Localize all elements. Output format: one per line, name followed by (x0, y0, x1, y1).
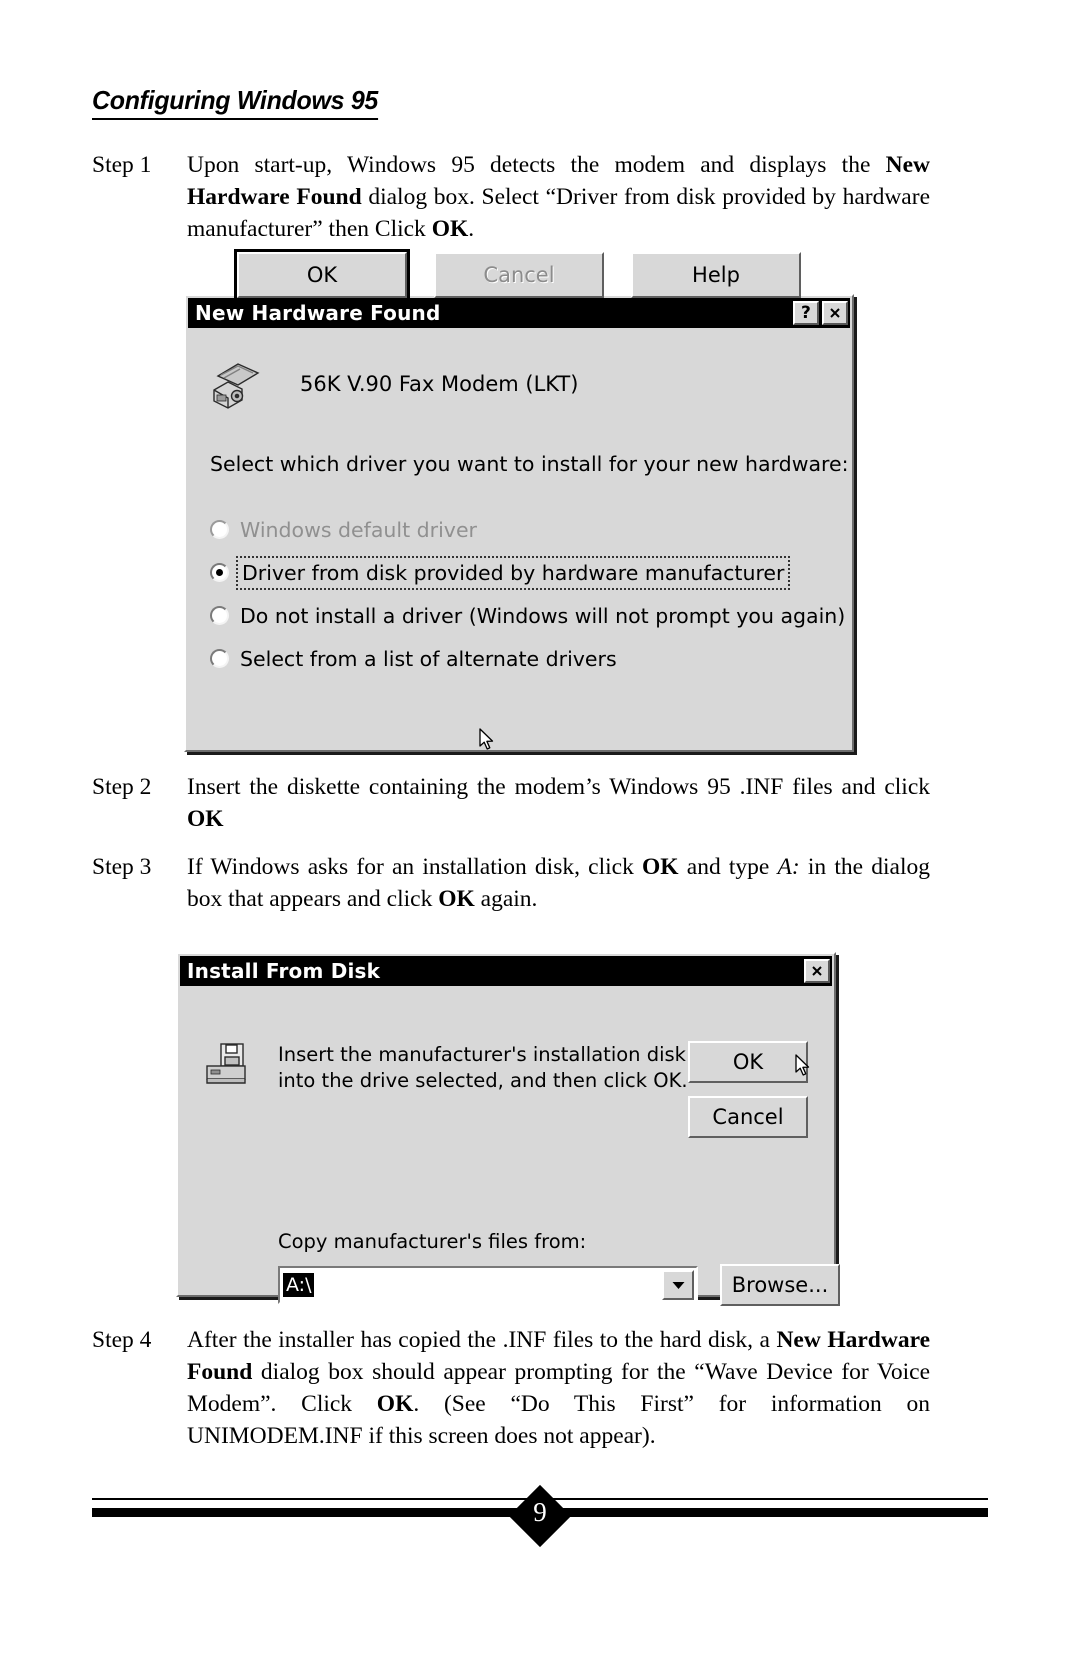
page-title: Configuring Windows 95 (92, 85, 378, 120)
dialog-button-row: OK Cancel Help (186, 249, 852, 301)
radio-label-windows-default-driver: Windows default driver (240, 517, 477, 542)
driver-option-list: Windows default driver Driver from disk … (210, 508, 845, 680)
radio-row-select-from-list[interactable]: Select from a list of alternate drivers (210, 637, 830, 680)
step-3-text: If Windows asks for an installation disk… (187, 854, 930, 912)
dialog-new-hardware-found[interactable]: New Hardware Found ? 56K V.90 Fax Modem … (184, 249, 854, 752)
ok-button[interactable]: OK (234, 249, 410, 301)
step-2-label: Step 2 (92, 774, 152, 800)
install-message: Insert the manufacturer's installation d… (278, 1043, 688, 1092)
document-page: Configuring Windows 95 Step 1 Upon start… (0, 0, 1080, 1669)
modem-icon (208, 356, 264, 412)
radio-icon-select-from-list[interactable] (210, 649, 229, 668)
chevron-down-icon[interactable] (662, 1270, 694, 1300)
radio-icon-do-not-install[interactable] (210, 606, 229, 625)
radio-row-driver-from-disk[interactable]: Driver from disk provided by hardware ma… (210, 551, 830, 594)
radio-label-select-from-list: Select from a list of alternate drivers (240, 646, 617, 671)
radio-row-windows-default-driver[interactable]: Windows default driver (210, 508, 830, 551)
path-combobox[interactable]: A:\ (278, 1266, 698, 1304)
chevron-down-glyph (672, 1281, 684, 1289)
step-4-label: Step 4 (92, 1327, 152, 1353)
step-4: Step 4 After the installer has copied th… (92, 1325, 930, 1453)
dialog-title: New Hardware Found (195, 301, 441, 325)
titlebar-install-from-disk: Install From Disk (180, 956, 832, 986)
device-name: 56K V.90 Fax Modem (LKT) (300, 372, 579, 396)
driver-prompt: Select which driver you want to install … (210, 452, 849, 476)
path-value[interactable]: A:\ (283, 1273, 315, 1297)
page-number: 9 (533, 1497, 547, 1527)
copy-files-from-label: Copy manufacturer's files from: (278, 1230, 587, 1253)
radio-row-do-not-install[interactable]: Do not install a driver (Windows will no… (210, 594, 845, 637)
page-footer: 9 (92, 1484, 988, 1548)
close-glyph (830, 308, 840, 318)
dialog-install-from-disk[interactable]: Install From Disk Insert the manufacture… (176, 952, 840, 1306)
step-4-text: After the installer has copied the .INF … (187, 1327, 931, 1449)
floppy-disk-icon (204, 1040, 256, 1088)
step-2: Step 2 Insert the diskette containing th… (92, 772, 930, 836)
step-1-label: Step 1 (92, 152, 152, 178)
radio-label-do-not-install: Do not install a driver (Windows will no… (240, 603, 846, 628)
ok-button[interactable]: OK (688, 1041, 808, 1083)
radio-icon-driver-from-disk[interactable] (210, 563, 229, 582)
close-icon[interactable] (804, 959, 830, 983)
radio-icon-windows-default-driver[interactable] (210, 520, 229, 539)
step-3-label: Step 3 (92, 854, 152, 880)
detected-device-row: 56K V.90 Fax Modem (LKT) (208, 356, 578, 412)
step-1: Step 1 Upon start-up, Windows 95 detects… (92, 150, 930, 246)
step-3: Step 3 If Windows asks for an installati… (92, 852, 930, 916)
cancel-button[interactable]: Cancel (688, 1096, 808, 1138)
dialog-title: Install From Disk (187, 959, 381, 983)
step-1-text: Upon start-up, Windows 95 detects the mo… (187, 152, 930, 242)
cancel-button: Cancel (434, 252, 604, 298)
help-button[interactable]: Help (631, 252, 801, 298)
browse-button[interactable]: Browse... (720, 1264, 840, 1306)
mouse-cursor-icon (479, 728, 496, 752)
step-2-text: Insert the diskette containing the modem… (187, 774, 930, 832)
close-icon[interactable] (822, 301, 848, 325)
help-icon[interactable]: ? (793, 301, 819, 325)
close-glyph (812, 966, 822, 976)
radio-label-driver-from-disk: Driver from disk provided by hardware ma… (235, 555, 791, 590)
titlebar-new-hardware-found: New Hardware Found ? (188, 298, 850, 328)
